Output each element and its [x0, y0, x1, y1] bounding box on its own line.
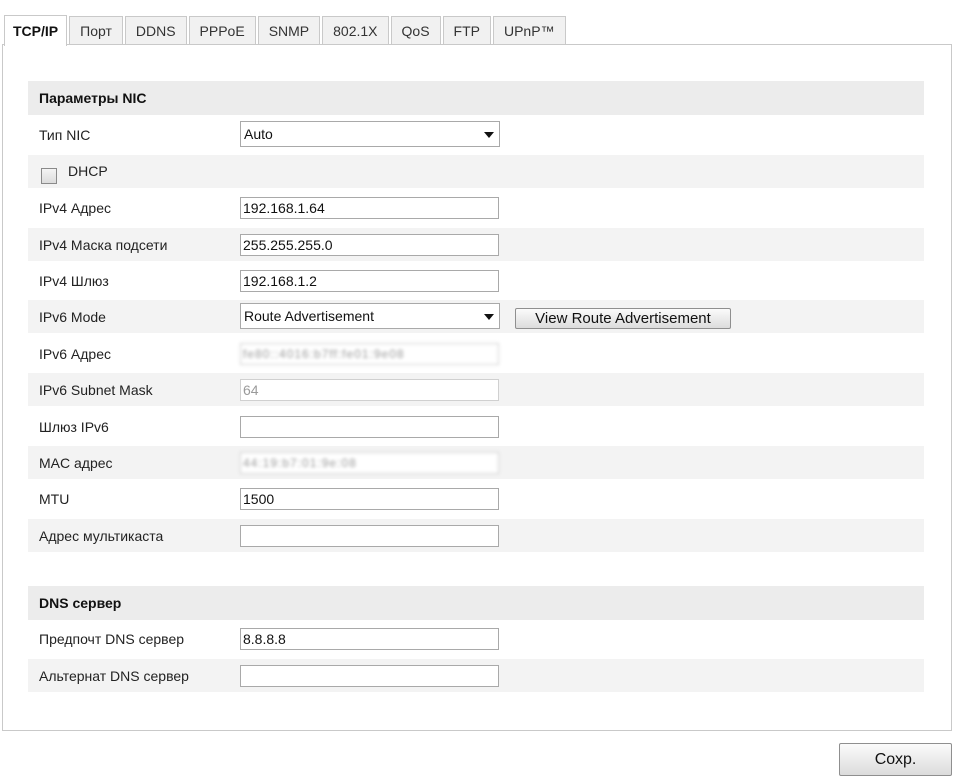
tab-upnp[interactable]: UPnP™ — [492, 16, 566, 45]
tab-pppoe[interactable]: PPPoE — [188, 16, 256, 45]
ipv4-gateway-input[interactable] — [240, 270, 499, 292]
mtu-input[interactable] — [240, 488, 499, 510]
preferred-dns-row: Предпочт DNS сервер — [28, 622, 924, 655]
nic-section-title: Параметры NIC — [28, 81, 924, 115]
chevron-down-icon — [484, 132, 494, 138]
ipv4-address-input[interactable] — [240, 197, 499, 219]
tab-port[interactable]: Порт — [69, 16, 123, 45]
ipv6-gateway-input[interactable] — [240, 416, 499, 438]
ipv6-address-input: fe80::4016:b7ff:fe01:9e08 — [240, 343, 499, 365]
multicast-input[interactable] — [240, 525, 499, 547]
ipv6-mode-value: Route Advertisement — [244, 308, 374, 324]
tab-snmp[interactable]: SNMP — [257, 16, 321, 45]
ipv4-gateway-row: IPv4 Шлюз — [28, 264, 924, 297]
ipv6-mask-row: IPv6 Subnet Mask — [28, 373, 924, 406]
nic-type-label: Тип NIC — [39, 126, 91, 143]
tab-ftp[interactable]: FTP — [442, 16, 491, 45]
nic-type-value: Auto — [244, 126, 273, 142]
mac-address-row: MAC адрес 44:19:b7:01:9e:08 — [28, 446, 924, 479]
ipv4-mask-row: IPv4 Маска подсети — [28, 228, 924, 261]
tab-8021x[interactable]: 802.1X — [322, 16, 389, 45]
tab-tcpip[interactable]: TCP/IP — [4, 15, 68, 46]
ipv6-mask-input — [240, 379, 499, 401]
view-route-advertisement-button[interactable]: View Route Advertisement — [515, 308, 731, 329]
dhcp-label: DHCP — [68, 163, 108, 179]
ipv4-address-label: IPv4 Адрес — [39, 199, 111, 216]
ipv6-address-row: IPv6 Адрес fe80::4016:b7ff:fe01:9e08 — [28, 337, 924, 370]
tab-qos[interactable]: QoS — [390, 16, 441, 45]
ipv4-mask-label: IPv4 Маска подсети — [39, 236, 168, 253]
ipv6-gateway-row: Шлюз IPv6 — [28, 410, 924, 443]
ipv6-mode-select[interactable]: Route Advertisement — [240, 303, 500, 329]
mtu-label: MTU — [39, 490, 70, 507]
chevron-down-icon — [484, 314, 494, 320]
mtu-row: MTU — [28, 482, 924, 515]
nic-type-select[interactable]: Auto — [240, 121, 500, 147]
dhcp-row: DHCP — [28, 155, 924, 188]
ipv4-mask-input[interactable] — [240, 234, 499, 256]
ipv6-mode-row: IPv6 Mode Route Advertisement View Route… — [28, 300, 924, 333]
multicast-label: Адрес мультикаста — [39, 527, 164, 544]
dns-section-title: DNS сервер — [28, 586, 924, 620]
ipv6-mode-label: IPv6 Mode — [39, 308, 106, 325]
alternate-dns-row: Альтернат DNS сервер — [28, 659, 924, 692]
dhcp-checkbox[interactable] — [41, 168, 57, 184]
preferred-dns-label: Предпочт DNS сервер — [39, 630, 185, 647]
alternate-dns-label: Альтернат DNS сервер — [39, 667, 189, 684]
preferred-dns-input[interactable] — [240, 628, 499, 650]
tab-ddns[interactable]: DDNS — [124, 16, 187, 45]
ipv4-address-row: IPv4 Адрес — [28, 191, 924, 224]
alternate-dns-input[interactable] — [240, 665, 499, 687]
mac-address-label: MAC адрес — [39, 454, 113, 471]
mac-address-input: 44:19:b7:01:9e:08 — [240, 452, 499, 474]
save-button[interactable]: Сохр. — [839, 743, 952, 776]
ipv6-mask-label: IPv6 Subnet Mask — [39, 381, 153, 398]
multicast-row: Адрес мультикаста — [28, 519, 924, 552]
ipv6-address-label: IPv6 Адрес — [39, 345, 111, 362]
tab-bar: TCP/IP Порт DDNS PPPoE SNMP 802.1X QoS F… — [4, 15, 568, 46]
nic-type-row: Тип NIC Auto — [28, 118, 924, 151]
ipv6-gateway-label: Шлюз IPv6 — [39, 418, 109, 435]
ipv4-gateway-label: IPv4 Шлюз — [39, 272, 109, 289]
